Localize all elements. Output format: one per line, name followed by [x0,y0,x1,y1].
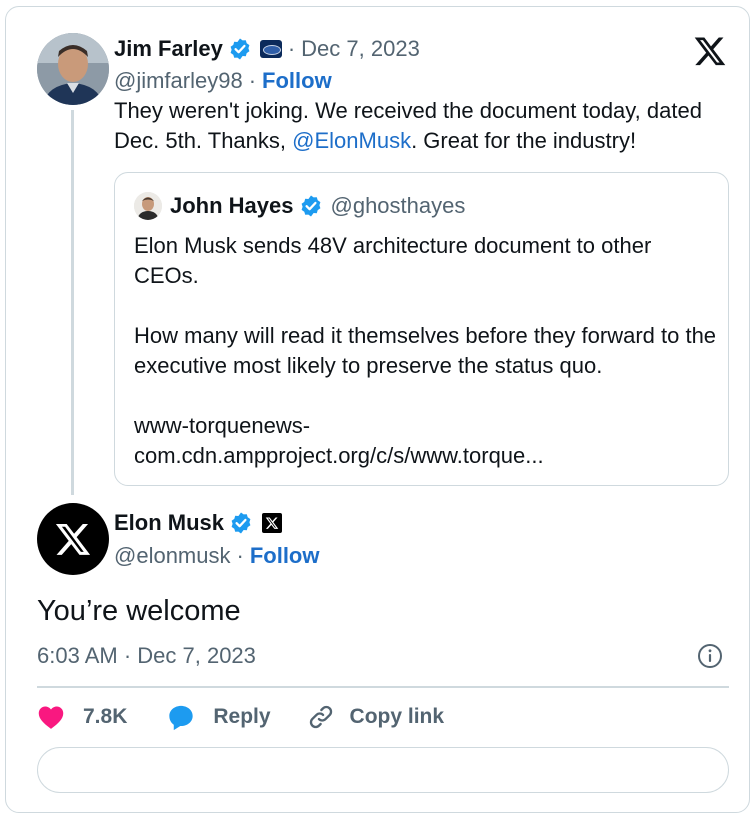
main-author-name[interactable]: Elon Musk [114,510,224,536]
quoted-author-handle: @ghosthayes [330,193,466,218]
main-author-row: Elon Musk [114,509,283,537]
parent-tweet-text: They weren't joking. We received the doc… [114,96,734,156]
parent-author-row: Jim Farley · Dec 7, 2023 [114,35,420,63]
elonmusk-mention-link[interactable]: @ElonMusk [292,128,411,153]
separator-dot: · [236,543,244,568]
copy-link-button[interactable]: Copy link [307,703,445,731]
x-badge-icon [262,513,283,533]
action-bar: 7.8K Reply Copy link [37,699,444,735]
verified-badge-icon [229,511,253,535]
parent-author-name[interactable]: Jim Farley [114,36,223,62]
quoted-paragraph: How many will read it themselves before … [134,323,717,378]
main-tweet-text: You’re welcome [37,595,241,627]
divider [37,686,729,688]
read-replies-button[interactable] [37,747,729,793]
jim-farley-avatar[interactable] [37,33,109,105]
quoted-link-line: www-torquenews- [134,413,311,438]
reply-bubble-icon [169,705,194,731]
link-icon [309,705,332,729]
separator-dot: · [248,68,257,93]
john-hayes-avatar[interactable] [134,192,162,220]
info-icon[interactable] [697,643,723,669]
parent-text-end: . Great for the industry! [411,128,637,153]
quoted-author-name: John Hayes [170,193,294,218]
parent-handle-row: @jimfarley98 · Follow [114,67,332,95]
like-button[interactable]: 7.8K [37,704,127,730]
follow-elon-musk-button[interactable]: Follow [250,543,320,569]
quoted-link-line: com.cdn.ampproject.org/c/s/www.torque... [134,443,544,468]
parent-author-handle[interactable]: @jimfarley98 [114,68,243,94]
main-handle-row: @elonmusk · Follow [114,542,319,570]
thread-connector-line [71,110,74,495]
ford-badge-icon [259,40,282,58]
tweet-timestamp[interactable]: 6:03 AM · Dec 7, 2023 [37,643,256,669]
elon-musk-avatar[interactable] [37,503,109,575]
tweet-embed-card: Jim Farley · Dec 7, 2023 @jimfarley98 · … [5,6,750,813]
verified-badge-icon [299,194,323,218]
like-count: 7.8K [83,705,128,728]
reply-label: Reply [213,705,271,728]
reply-button[interactable]: Reply [167,703,271,731]
separator-dot: · [287,36,296,61]
quoted-paragraph: Elon Musk sends 48V architecture documen… [134,233,652,288]
follow-jim-farley-button[interactable]: Follow [262,68,332,94]
heart-icon [38,706,64,729]
parent-tweet-date[interactable]: Dec 7, 2023 [301,36,420,62]
quoted-tweet-text: Elon Musk sends 48V architecture documen… [134,231,719,471]
main-author-handle[interactable]: @elonmusk [114,543,231,569]
quoted-author-row: John Hayes @ghosthayes [170,192,465,220]
copy-link-label: Copy link [349,705,445,728]
quoted-tweet-card[interactable]: John Hayes @ghosthayes Elon Musk sends 4… [114,172,729,486]
verified-badge-icon [228,37,252,61]
x-logo-icon[interactable] [693,34,727,68]
